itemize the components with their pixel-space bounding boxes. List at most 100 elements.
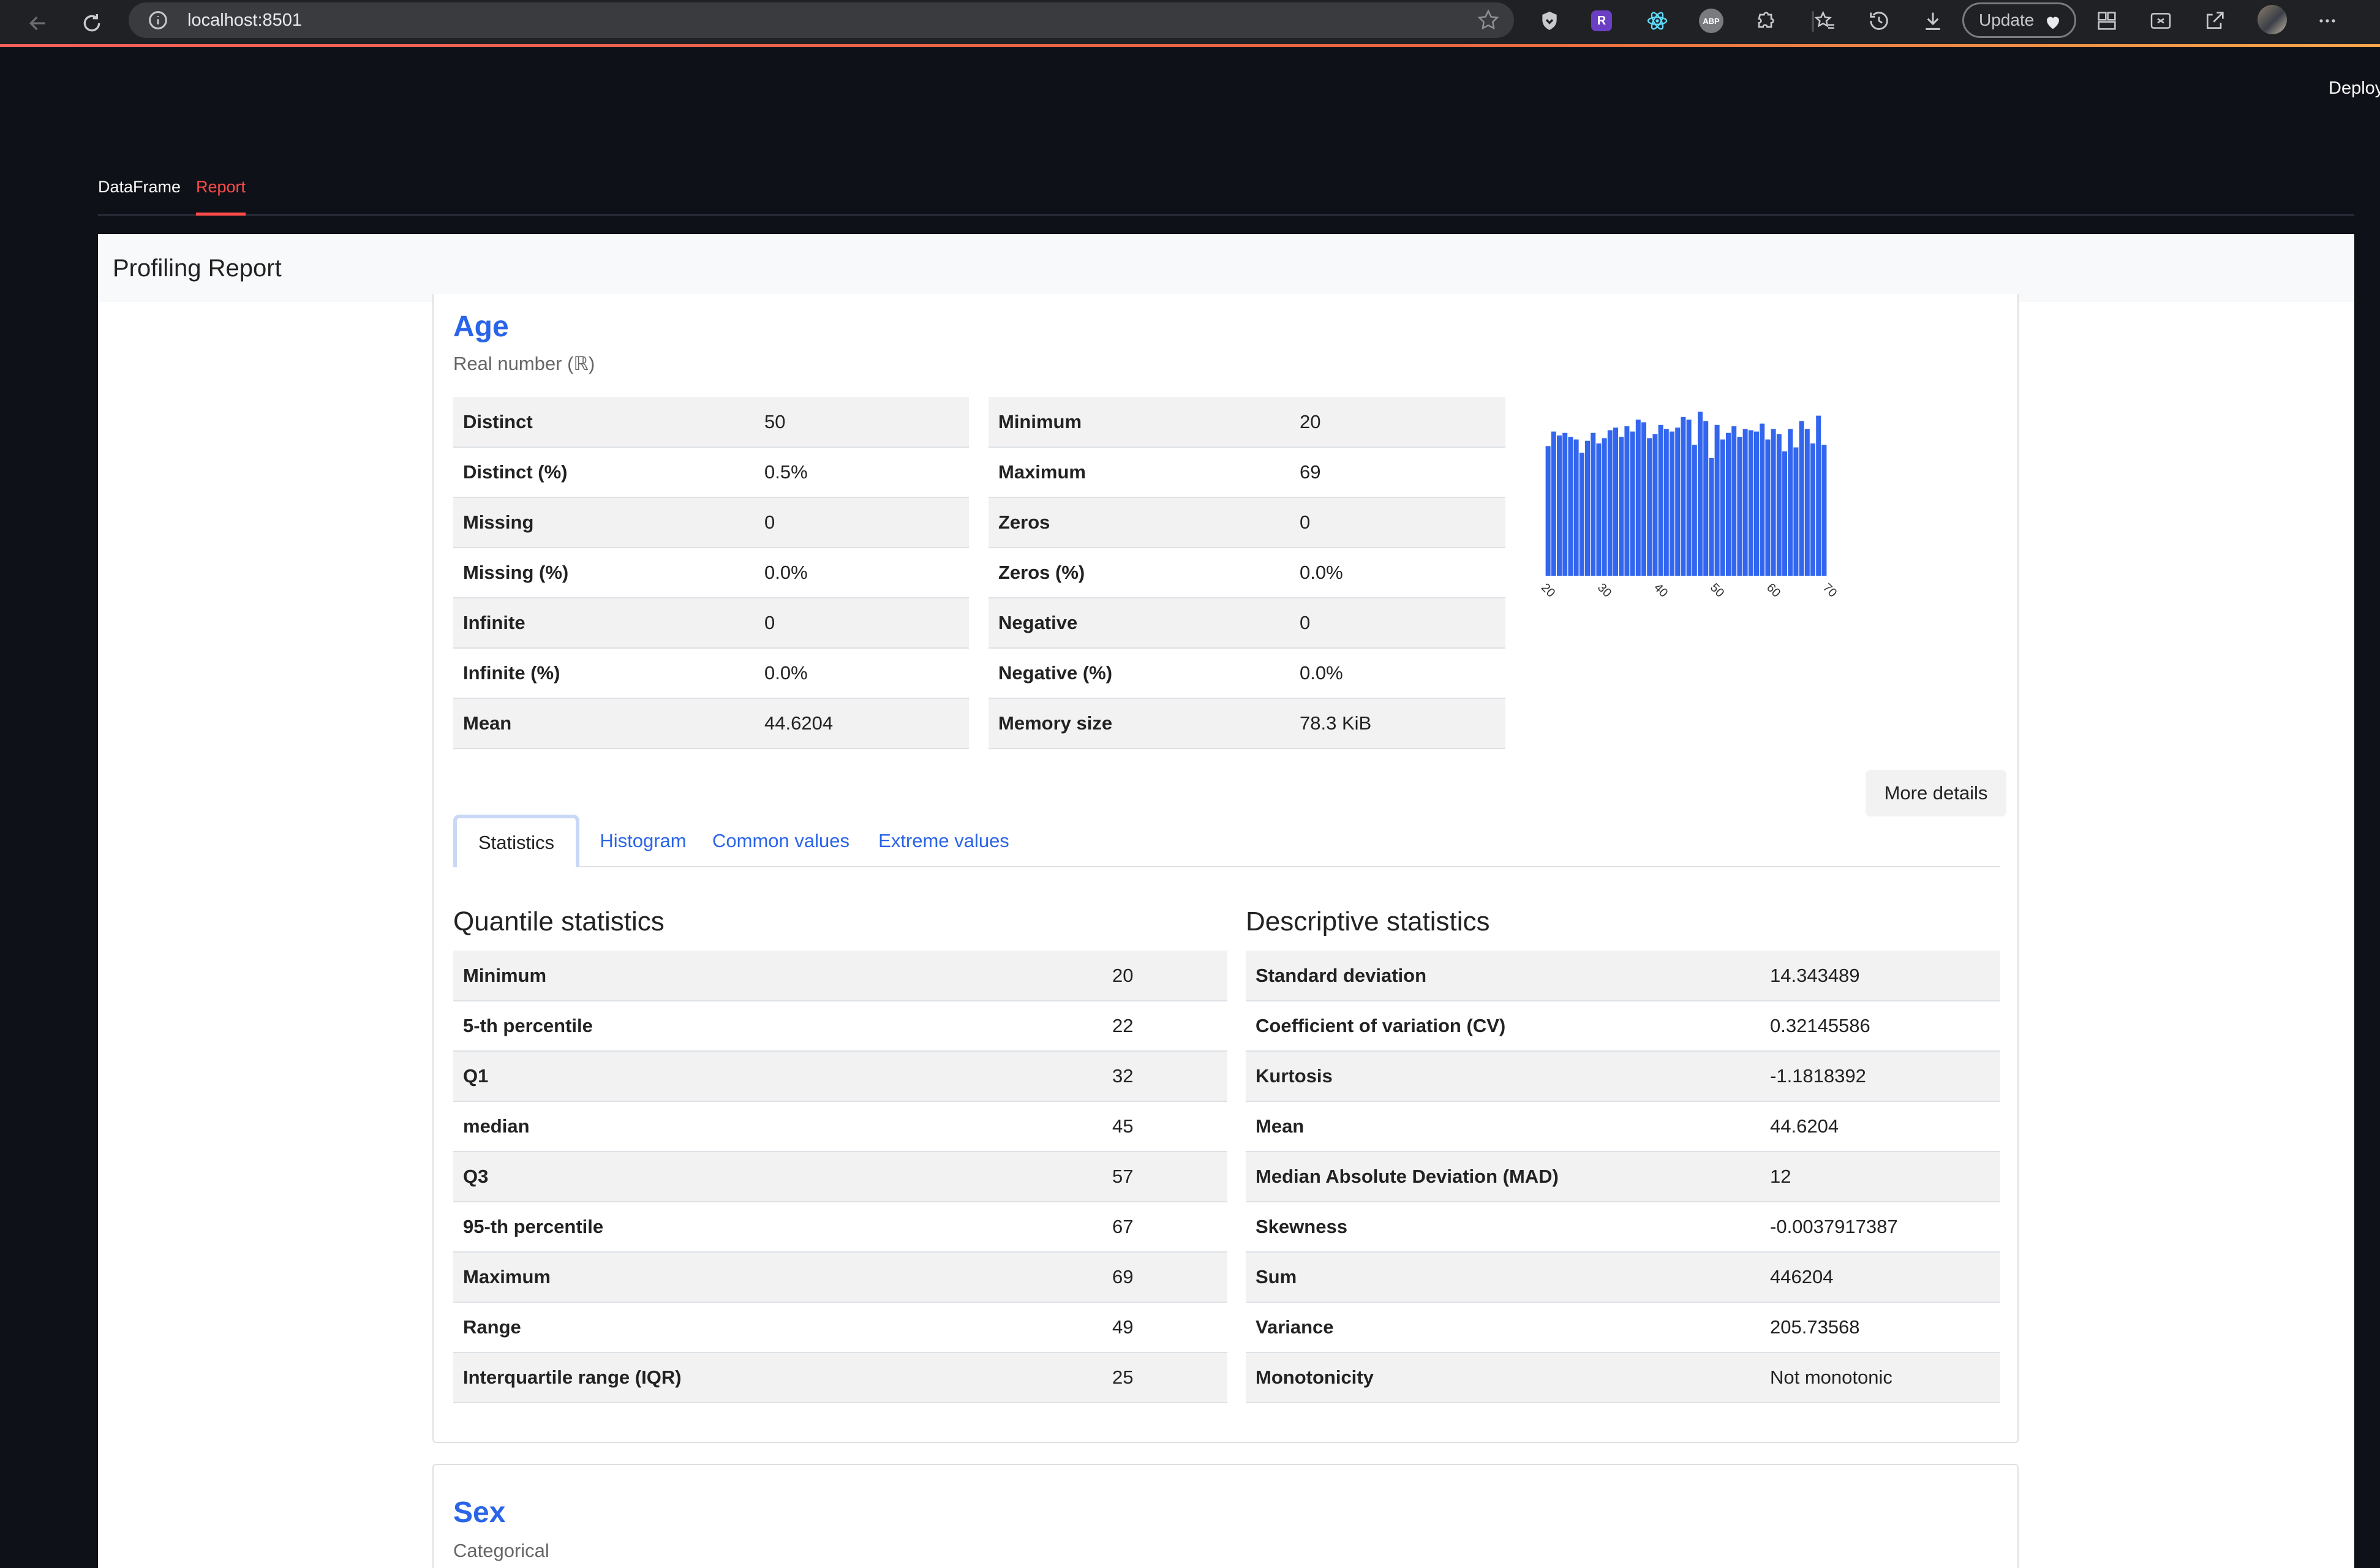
stat-value: 22 bbox=[1102, 1001, 1227, 1052]
react-icon[interactable] bbox=[1645, 9, 1670, 33]
histogram-bar bbox=[1726, 432, 1731, 576]
address-bar[interactable]: localhost:8501 bbox=[129, 2, 1514, 38]
table-row: Coefficient of variation (CV) 0.32145586 bbox=[1246, 1001, 2000, 1052]
histogram-bar bbox=[1681, 417, 1686, 576]
stat-label: Missing (%) bbox=[453, 548, 755, 598]
x-tick-label: 60 bbox=[1764, 581, 1783, 600]
stat-value: 67 bbox=[1102, 1202, 1227, 1253]
table-row: Distinct (%) 0.5% bbox=[453, 447, 969, 498]
histogram-bar bbox=[1630, 431, 1635, 576]
stat-value: 44.6204 bbox=[755, 698, 969, 749]
x-tick-label: 30 bbox=[1595, 581, 1614, 600]
back-button[interactable] bbox=[21, 6, 55, 40]
table-row: Sum 446204 bbox=[1246, 1252, 2000, 1303]
table-row: Mean 44.6204 bbox=[453, 698, 969, 749]
histogram-bar bbox=[1776, 434, 1782, 576]
stat-value: 32 bbox=[1102, 1051, 1227, 1102]
puzzle-icon[interactable] bbox=[1753, 9, 1777, 33]
stat-label: Skewness bbox=[1246, 1202, 1760, 1253]
more-menu-icon[interactable] bbox=[2315, 9, 2340, 33]
share-icon[interactable] bbox=[2202, 9, 2227, 33]
table-row: Q3 57 bbox=[453, 1152, 1227, 1202]
tab-common-values[interactable]: Common values bbox=[704, 815, 857, 867]
quantile-statistics-title: Quantile statistics bbox=[453, 907, 665, 937]
stat-value: 0.5% bbox=[755, 447, 969, 498]
address-url[interactable]: localhost:8501 bbox=[187, 10, 302, 31]
tab-extreme-values[interactable]: Extreme values bbox=[867, 815, 1020, 867]
history-icon[interactable] bbox=[1867, 9, 1891, 33]
descriptive-statistics-table: Standard deviation 14.343489 Coefficient o… bbox=[1246, 951, 2000, 1403]
stat-label: Mean bbox=[453, 698, 755, 749]
stat-value: 44.6204 bbox=[1760, 1101, 2000, 1152]
tab-report[interactable]: Report bbox=[196, 175, 246, 216]
profile-avatar[interactable] bbox=[2258, 5, 2287, 34]
variable-card-age: Age Real number (ℝ) Distinct 50 Distinct (… bbox=[432, 294, 2019, 1443]
table-row: Zeros (%) 0.0% bbox=[989, 548, 1505, 598]
histogram-bar bbox=[1591, 432, 1596, 576]
histogram-bar bbox=[1670, 431, 1674, 576]
stat-value: 0.0% bbox=[1290, 648, 1505, 699]
stat-label: Sum bbox=[1246, 1252, 1760, 1303]
stat-label: Maximum bbox=[989, 447, 1290, 498]
update-button[interactable]: Update bbox=[1962, 2, 2076, 38]
quantile-statistics-table: Minimum 20 5-th percentile 22 Q1 32 median 45 Q3… bbox=[453, 951, 1227, 1403]
histogram-bar bbox=[1748, 430, 1753, 576]
stat-value: -0.0037917387 bbox=[1760, 1202, 2000, 1253]
stat-label: Variance bbox=[1246, 1302, 1760, 1353]
stat-value: 20 bbox=[1102, 951, 1227, 1001]
tab-histogram[interactable]: Histogram bbox=[588, 815, 698, 867]
more-details-button[interactable]: More details bbox=[1866, 770, 2006, 816]
table-row: Missing 0 bbox=[453, 497, 969, 548]
stat-label: Q3 bbox=[453, 1152, 1102, 1202]
variable-name[interactable]: Sex bbox=[453, 1496, 505, 1529]
stat-label: Mean bbox=[1246, 1101, 1760, 1152]
tab-dataframe[interactable]: DataFrame bbox=[98, 175, 181, 216]
stat-value: 446204 bbox=[1760, 1252, 2000, 1303]
bookmarks-icon[interactable] bbox=[1813, 9, 1837, 33]
histogram-bar bbox=[1742, 429, 1748, 576]
histogram-bar bbox=[1816, 415, 1821, 576]
stat-value: 205.73568 bbox=[1760, 1302, 2000, 1353]
histogram-bar bbox=[1562, 432, 1568, 576]
x-tick-label: 50 bbox=[1708, 581, 1727, 600]
x-tick-label: 20 bbox=[1538, 581, 1557, 600]
table-row: Negative 0 bbox=[989, 598, 1505, 649]
stat-label: Memory size bbox=[989, 698, 1290, 749]
histogram-bar bbox=[1647, 438, 1652, 576]
sidebar-icon[interactable] bbox=[2095, 9, 2119, 33]
site-info-icon[interactable] bbox=[146, 8, 170, 32]
variable-card-sex: Sex Categorical bbox=[432, 1464, 2019, 1568]
overview-table-right: Minimum 20 Maximum 69 Zeros 0 Zeros (%) 0.0% Neg… bbox=[989, 397, 1505, 749]
table-row: Interquartile range (IQR) 25 bbox=[453, 1352, 1227, 1403]
overview-table-left: Distinct 50 Distinct (%) 0.5% Missing 0 Missin… bbox=[453, 397, 969, 749]
table-row: Kurtosis -1.1818392 bbox=[1246, 1051, 2000, 1102]
deploy-button[interactable]: Deploy bbox=[2329, 78, 2380, 99]
histogram-bar bbox=[1613, 428, 1618, 576]
stat-value: 0.0% bbox=[755, 548, 969, 598]
table-row: Maximum 69 bbox=[453, 1252, 1227, 1303]
stat-label: Infinite bbox=[453, 598, 755, 649]
stat-value: 0 bbox=[755, 497, 969, 548]
download-icon[interactable] bbox=[1921, 9, 1945, 33]
histogram-bar bbox=[1652, 434, 1658, 576]
histogram-bar bbox=[1793, 447, 1799, 576]
shield-icon[interactable] bbox=[1537, 9, 1562, 33]
abp-icon[interactable]: ABP bbox=[1699, 9, 1723, 33]
table-row: Zeros 0 bbox=[989, 497, 1505, 548]
reload-button[interactable] bbox=[75, 6, 109, 40]
histogram-bar bbox=[1799, 421, 1804, 576]
stat-value: 0 bbox=[755, 598, 969, 649]
report-title: Profiling Report bbox=[113, 255, 282, 282]
stat-label: Interquartile range (IQR) bbox=[453, 1352, 1102, 1403]
tab-statistics[interactable]: Statistics bbox=[453, 815, 579, 867]
variable-name[interactable]: Age bbox=[453, 310, 509, 344]
stat-label: Q1 bbox=[453, 1051, 1102, 1102]
stat-label: Distinct (%) bbox=[453, 447, 755, 498]
screenshot-icon[interactable] bbox=[2148, 9, 2173, 33]
stat-label: Standard deviation bbox=[1246, 951, 1760, 1001]
r-extension-icon[interactable]: R bbox=[1591, 10, 1612, 31]
bookmark-star-icon[interactable] bbox=[1476, 8, 1501, 32]
histogram-bar bbox=[1585, 440, 1590, 576]
stat-value: 0.0% bbox=[1290, 548, 1505, 598]
app-tab-bar: DataFrame Report bbox=[98, 175, 2354, 216]
